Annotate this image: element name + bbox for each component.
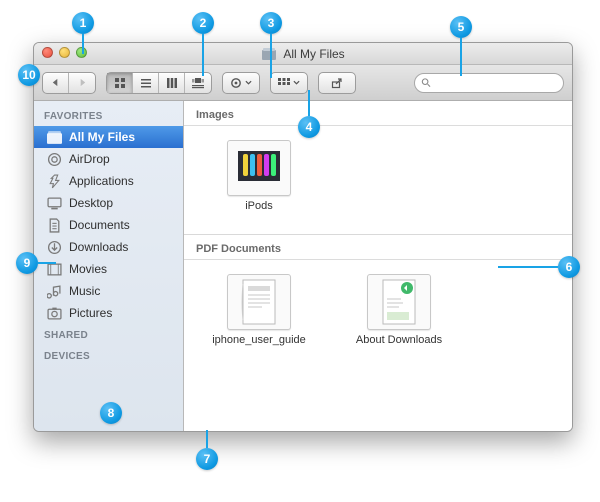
callout-5: 5 — [450, 16, 472, 38]
sidebar-section-favorites[interactable]: FAVORITES — [34, 105, 183, 126]
chevron-down-icon — [245, 80, 252, 85]
file-thumbnail — [367, 274, 431, 330]
music-icon — [46, 283, 62, 299]
sidebar-item-all-my-files[interactable]: All My Files — [34, 126, 183, 148]
callout-9: 9 — [16, 252, 38, 274]
pictures-icon — [46, 305, 62, 321]
airdrop-icon — [46, 151, 62, 167]
sidebar-item-music[interactable]: Music — [34, 280, 183, 302]
group-header-pdf: PDF Documents — [184, 235, 572, 260]
sidebar-item-airdrop[interactable]: AirDrop — [34, 148, 183, 170]
chevron-down-icon — [293, 80, 300, 85]
applications-icon — [46, 173, 62, 189]
sidebar-item-pictures[interactable]: Pictures — [34, 302, 183, 324]
sidebar-section-devices[interactable]: DEVICES — [34, 345, 183, 366]
file-label: iPods — [245, 200, 273, 212]
downloads-icon — [46, 239, 62, 255]
callout-7: 7 — [196, 448, 218, 470]
callout-4: 4 — [298, 116, 320, 138]
window-title: All My Files — [283, 47, 344, 61]
callout-2: 2 — [192, 12, 214, 34]
forward-button[interactable] — [69, 73, 95, 93]
sidebar-item-label: Music — [69, 284, 100, 298]
sidebar-item-label: Pictures — [69, 306, 112, 320]
desktop-icon — [46, 195, 62, 211]
file-thumbnail — [227, 274, 291, 330]
callout-8: 8 — [100, 402, 122, 424]
sidebar: FAVORITES All My Files AirDrop Applicati… — [34, 101, 184, 431]
sidebar-item-label: Desktop — [69, 196, 113, 210]
search-input[interactable] — [435, 77, 557, 89]
sidebar-section-shared[interactable]: SHARED — [34, 324, 183, 345]
minimize-button[interactable] — [59, 47, 70, 58]
sidebar-item-downloads[interactable]: Downloads — [34, 236, 183, 258]
view-icon-button[interactable] — [107, 73, 133, 93]
nav-buttons — [42, 72, 96, 94]
file-item[interactable]: iPods — [204, 140, 314, 212]
group-body-pdf: iphone_user_guide About Downloads — [184, 260, 572, 368]
view-column-button[interactable] — [159, 73, 185, 93]
sidebar-item-label: Downloads — [69, 240, 128, 254]
back-button[interactable] — [43, 73, 69, 93]
view-coverflow-button[interactable] — [185, 73, 211, 93]
gear-icon — [230, 77, 242, 89]
finder-window: All My Files — [33, 42, 573, 432]
traffic-lights — [42, 47, 87, 58]
titlebar[interactable]: All My Files — [34, 43, 572, 65]
all-my-files-icon — [46, 129, 62, 145]
sidebar-item-movies[interactable]: Movies — [34, 258, 183, 280]
search-icon — [421, 77, 431, 88]
file-item[interactable]: iphone_user_guide — [204, 274, 314, 346]
action-button[interactable] — [222, 72, 260, 94]
callout-3: 3 — [260, 12, 282, 34]
share-button[interactable] — [318, 72, 356, 94]
sidebar-item-desktop[interactable]: Desktop — [34, 192, 183, 214]
sidebar-item-label: Applications — [69, 174, 134, 188]
callout-6: 6 — [558, 256, 580, 278]
file-label: About Downloads — [356, 334, 442, 346]
view-list-button[interactable] — [133, 73, 159, 93]
callout-1: 1 — [72, 12, 94, 34]
documents-icon — [46, 217, 62, 233]
group-header-images: Images — [184, 101, 572, 126]
callout-10: 10 — [18, 64, 40, 86]
view-switcher — [106, 72, 212, 94]
sidebar-item-label: All My Files — [69, 130, 135, 144]
toolbar — [34, 65, 572, 101]
share-icon — [331, 77, 343, 89]
search-field[interactable] — [414, 73, 564, 93]
file-item[interactable]: About Downloads — [344, 274, 454, 346]
sidebar-item-label: Movies — [69, 262, 107, 276]
sidebar-item-documents[interactable]: Documents — [34, 214, 183, 236]
file-thumbnail — [227, 140, 291, 196]
close-button[interactable] — [42, 47, 53, 58]
sidebar-item-applications[interactable]: Applications — [34, 170, 183, 192]
grid-icon — [278, 78, 290, 88]
sidebar-item-label: AirDrop — [69, 152, 110, 166]
file-label: iphone_user_guide — [212, 334, 306, 346]
sidebar-item-label: Documents — [69, 218, 130, 232]
group-body-images: iPods — [184, 126, 572, 234]
arrange-button[interactable] — [270, 72, 308, 94]
